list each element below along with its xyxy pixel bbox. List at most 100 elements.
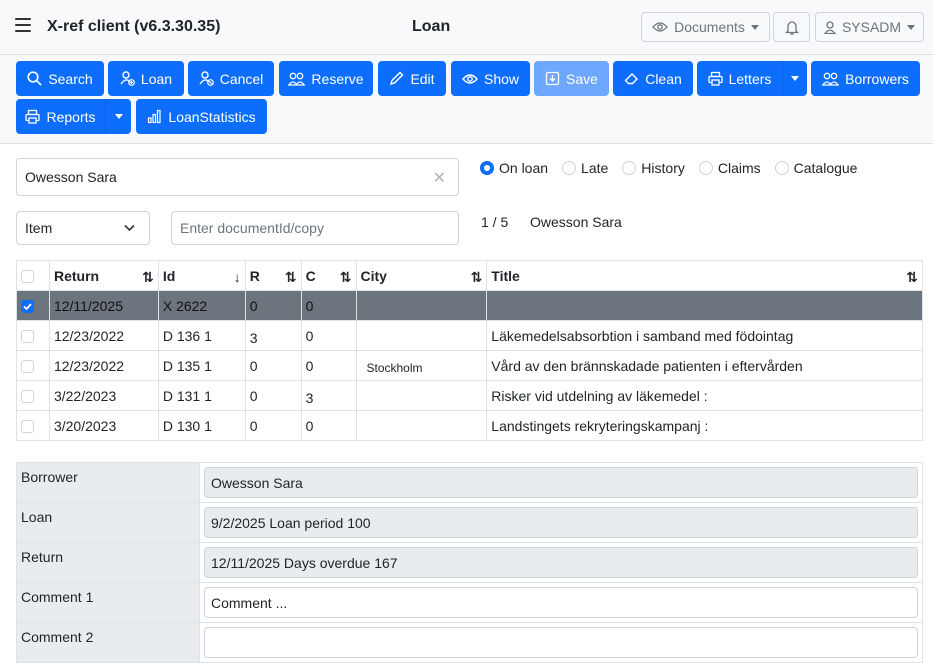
comment1-input[interactable]: Comment ... — [204, 587, 918, 618]
row-checkbox[interactable] — [21, 330, 34, 344]
menu-icon[interactable] — [15, 18, 31, 32]
row-checkbox[interactable] — [21, 390, 34, 404]
filter-radio-claims[interactable]: Claims — [698, 160, 761, 176]
cell-c: 0 — [300, 350, 357, 381]
eraser-icon — [624, 73, 639, 85]
loan-table: Return ⇅ Id ↓ R ⇅ C ⇅ City ⇅ Title ⇅ 12/11/202… — [16, 260, 923, 441]
radio-circle[interactable] — [480, 161, 494, 175]
column-header-c[interactable]: C ⇅ — [300, 260, 357, 291]
column-header-r[interactable]: R ⇅ — [244, 260, 302, 291]
table-row[interactable]: 12/11/2025 X 2622 0 0 — [16, 290, 923, 321]
row-checkbox-cell[interactable] — [16, 410, 50, 441]
header-label: Id — [162, 267, 176, 284]
bell-icon — [784, 20, 799, 35]
cell-c: 0 — [300, 320, 357, 351]
eye-icon — [462, 73, 478, 84]
sort-icon: ⇅ — [339, 269, 352, 285]
row-checkbox-cell[interactable] — [16, 320, 50, 351]
clean-button[interactable]: Clean — [613, 61, 693, 96]
return-label: Return — [16, 542, 200, 583]
loan-button[interactable]: Loan — [108, 61, 184, 96]
column-header-id[interactable]: Id ↓ — [157, 260, 246, 291]
radio-circle[interactable] — [774, 161, 789, 175]
app-title: X-ref client (v6.3.30.35) — [47, 18, 221, 35]
comment2-label: Comment 2 — [16, 622, 200, 663]
row-checkbox[interactable] — [21, 420, 34, 434]
letters-button-label: Letters — [728, 70, 772, 87]
column-header-title[interactable]: Title ⇅ — [486, 260, 923, 291]
loanstatistics-button[interactable]: LoanStatistics — [136, 99, 267, 134]
filter-radio-late[interactable]: Late — [562, 160, 608, 176]
cell-c: 0 — [300, 290, 357, 321]
action-toolbar: Search Loan Cancel Reserve Edit Show Sav… — [0, 55, 933, 144]
table-row[interactable]: 12/23/2022 D 135 1 0 0 Stockholm Vård av den … — [16, 350, 923, 381]
cell-id: D 135 1 — [157, 350, 246, 381]
documents-dropdown[interactable]: Documents — [641, 12, 770, 42]
reserve-button[interactable]: Reserve — [279, 61, 373, 96]
select-all-checkbox-cell[interactable] — [16, 260, 50, 291]
notifications-button[interactable] — [773, 12, 810, 42]
reports-button[interactable]: Reports — [16, 99, 105, 134]
cell-city: Stockholm — [355, 350, 488, 381]
table-row[interactable]: 3/20/2023 D 130 1 0 0 Landstingets rekryteri… — [16, 410, 923, 441]
sort-down-icon: ↓ — [233, 269, 241, 285]
cell-city — [355, 320, 488, 351]
pencil-icon — [390, 71, 404, 86]
cell-id: D 136 1 — [157, 320, 246, 351]
radio-circle[interactable] — [562, 161, 577, 175]
save-button[interactable]: Save — [534, 61, 609, 96]
pager-position: 1 / 5 — [481, 214, 509, 230]
document-id-input[interactable]: Enter documentId/copy — [171, 211, 459, 245]
pager-name: Owesson Sara — [530, 214, 622, 230]
radio-label: Late — [581, 160, 609, 176]
borrowers-button[interactable]: Borrowers — [811, 61, 920, 96]
item-type-select[interactable]: Item — [16, 211, 150, 245]
radio-label: History — [641, 160, 685, 176]
row-checkbox-cell[interactable] — [16, 380, 50, 411]
header-label: R — [249, 267, 260, 284]
row-checkbox-cell[interactable] — [16, 290, 50, 321]
cell-r: 0 — [244, 290, 302, 321]
reports-dropdown-toggle[interactable] — [105, 99, 131, 134]
borrower-search-input[interactable]: Owesson Sara ✕ — [16, 158, 459, 196]
search-button-label: Search — [48, 70, 93, 87]
save-icon — [545, 71, 560, 86]
letters-button[interactable]: Letters — [697, 61, 782, 96]
top-bar: X-ref client (v6.3.30.35) Loan Documents… — [0, 0, 933, 55]
column-header-city[interactable]: City ⇅ — [355, 260, 488, 291]
sort-icon: ⇅ — [284, 269, 297, 285]
header-label: C — [305, 267, 316, 284]
cell-id: D 131 1 — [157, 380, 246, 411]
user-dropdown[interactable]: SYSADM — [815, 12, 924, 42]
borrower-label: Borrower — [16, 462, 200, 503]
cancel-button[interactable]: Cancel — [188, 61, 274, 96]
cell-title — [486, 290, 923, 321]
row-checkbox[interactable] — [21, 300, 34, 314]
page-title: Loan — [412, 18, 451, 35]
search-button[interactable]: Search — [16, 61, 104, 96]
edit-button[interactable]: Edit — [378, 61, 446, 96]
letters-dropdown-toggle[interactable] — [782, 61, 807, 96]
header-label: Title — [491, 267, 520, 284]
radio-circle[interactable] — [622, 161, 637, 175]
filter-radio-catalogue[interactable]: Catalogue — [774, 160, 857, 176]
table-row[interactable]: 12/23/2022 D 136 1 3 0 Läkemedelsabsorbtion … — [16, 320, 923, 351]
filter-radio-on-loan[interactable]: On loan — [480, 160, 548, 176]
clear-icon[interactable]: ✕ — [433, 168, 446, 188]
borrowers-button-label: Borrowers — [845, 70, 909, 87]
radio-circle[interactable] — [698, 161, 713, 175]
column-header-return[interactable]: Return ⇅ — [48, 260, 159, 291]
cell-return: 3/20/2023 — [48, 410, 159, 441]
item-type-value: Item — [25, 220, 53, 236]
filter-radio-history[interactable]: History — [622, 160, 685, 176]
cell-title: Vård av den brännskadade patienten i eft… — [486, 350, 923, 381]
show-button[interactable]: Show — [451, 61, 530, 96]
loan-field: 9/2/2025 Loan period 100 — [204, 507, 918, 538]
reserve-button-label: Reserve — [311, 70, 364, 87]
table-row[interactable]: 3/22/2023 D 131 1 0 3 Risker vid utdelning a… — [16, 380, 923, 411]
select-all-checkbox[interactable] — [21, 270, 34, 284]
row-checkbox[interactable] — [21, 360, 34, 374]
comment2-input[interactable] — [204, 627, 918, 658]
row-checkbox-cell[interactable] — [16, 350, 50, 381]
check-icon — [23, 303, 32, 311]
